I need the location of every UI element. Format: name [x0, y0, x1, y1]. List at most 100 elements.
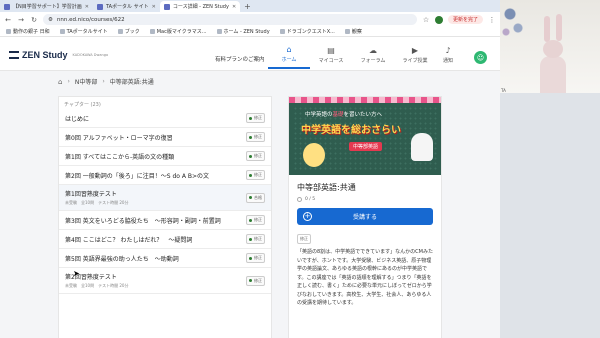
nav-home[interactable]: ⌂ ホーム [268, 41, 310, 69]
check-icon [249, 218, 252, 222]
character-illustration [411, 133, 433, 161]
banner-label: 中等部英語 [349, 142, 383, 151]
rabbit-ear [556, 14, 562, 41]
chat-icon: ☁ [369, 45, 377, 55]
check-icon [249, 279, 252, 282]
check-icon [249, 173, 252, 177]
chevron-right-icon: › [67, 78, 70, 85]
bookmark-item[interactable]: Mac版マイクラマス... [149, 28, 207, 35]
forward-icon[interactable]: → [17, 16, 25, 24]
status-badge: 修正 [246, 215, 265, 225]
status-badge: 修正 [246, 113, 265, 123]
tab-label: TAポータル サイト [105, 4, 149, 10]
close-tab-icon[interactable]: ✕ [85, 4, 89, 10]
chapter-item[interactable]: 第0回 アルファベット・ローマ字の復習 修正 [59, 128, 271, 147]
status-badge: 修正 [246, 132, 265, 142]
status-badge: 修正 [246, 170, 265, 180]
check-icon [249, 116, 252, 120]
status-badge: 修正 [246, 275, 265, 286]
bookmark-icon [59, 29, 65, 34]
chapter-item[interactable]: 第3回 英文をいろどる脇役たち 〜形容詞・副詞・前置詞 修正 [59, 211, 271, 230]
status-badge: 修正 [246, 234, 265, 244]
close-tab-icon[interactable]: ✕ [232, 4, 236, 10]
browser-window: 【N目学習サポート】学習計画 ✕ TAポータル サイト ✕ コース詳細 - ZE… [0, 0, 500, 338]
close-tab-icon[interactable]: ✕ [152, 4, 156, 10]
book-icon: ▤ [327, 45, 335, 55]
url-bar[interactable]: ⚙ nnn.ed.nico/courses/622 [43, 14, 417, 25]
course-title: 中等部英語:共通 [297, 183, 356, 192]
bookmark-item[interactable]: ホーム - ZEN Study [216, 28, 270, 35]
banner-subtitle: 中学英語の基礎を習いたい方へ [305, 112, 383, 118]
chapter-item[interactable]: 第1回 すべてはここから-英語の文の種類 修正 [59, 147, 271, 166]
tab-bar: 【N目学習サポート】学習計画 ✕ TAポータル サイト ✕ コース詳細 - ZE… [0, 0, 500, 12]
breadcrumb: ⌂ › N中等部 › 中等部英語:共通 [58, 77, 154, 87]
chapter-item[interactable]: 第4回 ここはどこ？ わたしはだれ？ 〜疑問詞 修正 [59, 230, 271, 249]
site-header: ZEN Study KADOKAWA Dwango 有料プランのご案内 ⌂ ホー… [0, 37, 500, 71]
test-item[interactable]: 第1回習熟度テスト 未受験 全10問 テスト時間 20分 合格 [59, 185, 271, 211]
bookmark-item[interactable]: ドラゴンクエストX... [279, 28, 335, 35]
reload-icon[interactable]: ↻ [30, 16, 38, 24]
favicon-icon [163, 3, 170, 10]
chapter-item[interactable]: はじめに 修正 [59, 109, 271, 128]
bookmark-icon [279, 29, 285, 34]
nav-forum[interactable]: ☁ フォーラム [352, 41, 394, 69]
status-badge: 合格 [246, 192, 265, 203]
chapter-item[interactable]: 第2回 一般動詞の「後ろ」に注目！〜S do A B>の文 修正 [59, 166, 271, 185]
profile-avatar[interactable] [434, 15, 443, 24]
site-info-icon[interactable]: ⚙ [48, 17, 53, 23]
favicon-icon [4, 3, 10, 10]
course-card: 中学英語の基礎を習いたい方へ 中学英語を総おさらい 中等部英語 中等部英語:共通… [288, 96, 442, 338]
nav-live[interactable]: ▶ ライブ授業 [394, 41, 436, 69]
nav-notifications[interactable]: ♪ 通知 [436, 41, 460, 69]
check-icon [249, 154, 252, 158]
bookmark-item[interactable]: TAポータルサイト [59, 28, 108, 35]
paid-plan-link[interactable]: 有料プランのご案内 [215, 55, 265, 63]
tab-course-detail[interactable]: コース詳細 - ZEN Study ✕ [159, 1, 241, 12]
course-banner: 中学英語の基礎を習いたい方へ 中学英語を総おさらい 中等部英語 [289, 97, 441, 175]
course-tag: 修正 [297, 234, 311, 244]
webcam-overlay: TA [500, 0, 600, 93]
star-icon[interactable]: ☆ [422, 16, 430, 24]
url-text: nnn.ed.nico/courses/622 [56, 16, 125, 23]
update-button[interactable]: 更新を完了 [447, 15, 483, 24]
mouse-cursor-icon: ➤ [73, 269, 80, 278]
rabbit-ear [544, 16, 550, 42]
zen-study-logo[interactable]: ZEN Study KADOKAWA Dwango [9, 50, 108, 60]
new-tab-button[interactable]: + [240, 1, 255, 12]
test-item[interactable]: 第2回習熟度テスト 未受験 全10問 テスト時間 20分 修正 [59, 268, 271, 294]
user-avatar[interactable]: ☺ [474, 51, 487, 64]
bookmark-item[interactable]: ブック [117, 28, 140, 35]
breadcrumb-item[interactable]: N中等部 [75, 77, 98, 86]
menu-icon[interactable]: ⋮ [488, 16, 496, 24]
tab-label: 【N目学習サポート】学習計画 [13, 4, 82, 10]
bookmark-item[interactable]: 動作の銀子 日和 [6, 28, 50, 35]
chapter-list: チャプター (23) はじめに 修正 第0回 アルファベット・ローマ字の復習 修… [58, 96, 272, 338]
check-icon [249, 256, 252, 260]
test-text: 第1回習熟度テスト 未受験 全10問 テスト時間 20分 [65, 191, 129, 205]
home-icon[interactable]: ⌂ [58, 78, 62, 86]
page-content: ⌂ › N中等部 › 中等部英語:共通 チャプター (23) はじめに 修正 第… [0, 71, 500, 338]
bookmark-icon [216, 29, 222, 34]
check-icon [249, 135, 252, 139]
bookmark-item[interactable]: 観察 [344, 28, 362, 35]
rabbit-body [540, 56, 566, 93]
tab-study-plan[interactable]: 【N目学習サポート】学習計画 ✕ [0, 1, 93, 12]
chapter-count: チャプター (23) [64, 102, 101, 108]
bookmarks-bar: 動作の銀子 日和 TAポータルサイト ブック Mac版マイクラマス... ホーム… [0, 27, 500, 37]
bookmark-icon [149, 29, 155, 34]
favicon-icon [96, 3, 103, 10]
address-toolbar: ← → ↻ ⚙ nnn.ed.nico/courses/622 ☆ 更新を完了 … [0, 12, 500, 27]
progress-icon [297, 197, 302, 202]
folder-icon [344, 29, 350, 34]
tab-ta-portal[interactable]: TAポータル サイト ✕ [93, 1, 160, 12]
enroll-button[interactable]: + 受講する [297, 208, 433, 225]
nav-my-course[interactable]: ▤ マイコース [310, 41, 352, 69]
main-nav: ⌂ ホーム ▤ マイコース ☁ フォーラム ▶ ライブ授業 ♪ 通知 [268, 41, 460, 69]
tab-label: コース詳細 - ZEN Study [172, 4, 229, 10]
bookmark-icon [6, 29, 11, 34]
check-icon [249, 237, 252, 241]
chapter-item[interactable]: 第5回 英語界最強の助っ人たち 〜助動詞 修正 [59, 249, 271, 268]
back-icon[interactable]: ← [4, 16, 12, 24]
live-icon: ▶ [411, 45, 419, 55]
logo-icon [9, 50, 19, 60]
